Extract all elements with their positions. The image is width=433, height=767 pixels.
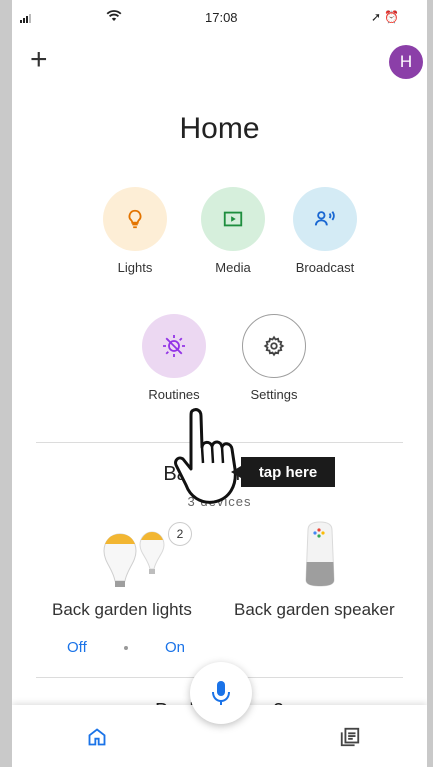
routines-icon xyxy=(163,335,185,357)
wifi-icon xyxy=(106,10,122,21)
speaker-icon[interactable] xyxy=(300,520,340,588)
avatar[interactable]: H xyxy=(389,45,423,79)
broadcast-label: Broadcast xyxy=(295,260,355,275)
play-box-icon xyxy=(223,211,243,227)
broadcast-button[interactable]: Broadcast xyxy=(280,187,370,275)
device-count-badge: 2 xyxy=(168,522,192,546)
settings-label: Settings xyxy=(250,387,298,402)
mic-icon xyxy=(212,681,230,705)
routines-label: Routines xyxy=(148,387,200,402)
lights-button[interactable]: Lights xyxy=(90,187,180,275)
device-name-lights[interactable]: Back garden lights xyxy=(52,600,192,620)
status-time: 17:08 xyxy=(205,10,238,25)
lights-circle xyxy=(103,187,167,251)
add-button[interactable]: + xyxy=(30,45,48,75)
bulb-icon xyxy=(128,209,142,229)
gear-icon xyxy=(263,335,285,357)
settings-button[interactable]: Settings xyxy=(229,314,319,402)
home-screen: 17:08 ➚ ⏰ + H Home Lights Media Broadcas… xyxy=(12,0,427,767)
separator-dot xyxy=(124,646,128,650)
routines-button[interactable]: Routines xyxy=(129,314,219,402)
tap-here-tooltip: tap here xyxy=(231,457,335,487)
settings-circle xyxy=(242,314,306,378)
page-title: Home xyxy=(179,112,260,145)
broadcast-icon xyxy=(314,211,335,226)
location-alarm-icons: ➚ ⏰ xyxy=(371,10,400,24)
media-label: Media xyxy=(215,260,251,275)
pointing-hand-icon xyxy=(174,408,237,504)
lights-off-button[interactable]: Off xyxy=(67,639,87,656)
lights-on-button[interactable]: On xyxy=(165,639,185,656)
media-circle xyxy=(201,187,265,251)
status-bar: 17:08 ➚ ⏰ xyxy=(12,0,427,30)
mic-button[interactable] xyxy=(190,662,252,724)
media-button[interactable]: Media xyxy=(188,187,278,275)
lights-label: Lights xyxy=(117,260,153,275)
device-name-speaker[interactable]: Back garden speaker xyxy=(234,600,395,620)
signal-icon xyxy=(20,14,31,23)
feed-tab-icon[interactable] xyxy=(339,726,361,748)
home-tab-icon[interactable] xyxy=(87,727,107,747)
routines-circle xyxy=(142,314,206,378)
broadcast-circle xyxy=(293,187,357,251)
